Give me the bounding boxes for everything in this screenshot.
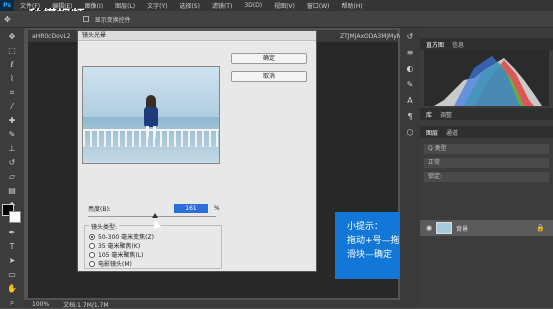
cube-icon[interactable]: ⬡ bbox=[405, 128, 415, 138]
eye-icon[interactable]: ◉ bbox=[426, 224, 432, 232]
brightness-row: 亮度(B): 161 % bbox=[88, 203, 220, 213]
menu-item-window[interactable]: 窗口(W) bbox=[301, 1, 336, 10]
quick-select-tool-icon[interactable]: ⌇ bbox=[6, 74, 18, 84]
tab-info[interactable]: 信息 bbox=[452, 40, 464, 49]
crop-tool-icon[interactable]: ⌗ bbox=[6, 88, 18, 98]
menu-item-3d[interactable]: 3D(D) bbox=[238, 2, 268, 9]
marquee-tool-icon[interactable]: ⬚ bbox=[6, 46, 18, 56]
tab-histogram[interactable]: 直方图 bbox=[426, 40, 444, 49]
menu-item-type[interactable]: 文字(Y) bbox=[141, 1, 173, 10]
paragraph-icon[interactable]: ¶ bbox=[405, 112, 415, 122]
eraser-tool-icon[interactable]: ▱ bbox=[6, 172, 18, 182]
layer-thumbnail bbox=[436, 222, 453, 234]
document-tab-title: aHR0cDovL2 bbox=[32, 32, 71, 40]
library-panel-tabs: 库 调整 bbox=[420, 108, 553, 120]
flare-preview[interactable] bbox=[82, 66, 220, 164]
path-select-icon[interactable]: ➤ bbox=[6, 256, 18, 266]
lasso-tool-icon[interactable]: ℓ bbox=[6, 60, 18, 70]
tab-library[interactable]: 库 bbox=[426, 110, 432, 119]
color-swatches[interactable] bbox=[2, 204, 22, 224]
lock-icon: 🔒 bbox=[536, 224, 545, 232]
lens-option-35[interactable]: 35 毫米聚焦(K) bbox=[89, 241, 140, 250]
document-tab-title-right: ZTJMjAxODA3MjMyNy bbox=[340, 32, 405, 40]
layer-name: 背景 bbox=[456, 225, 469, 233]
tab-channels[interactable]: 通道 bbox=[446, 128, 458, 137]
move-tool-icon[interactable]: ✥ bbox=[4, 15, 11, 24]
radio-selected[interactable] bbox=[89, 233, 95, 240]
healing-brush-icon[interactable]: ✚ bbox=[6, 116, 18, 126]
options-bar: ✥ 显示变换控件 bbox=[0, 11, 553, 28]
brightness-unit: % bbox=[214, 204, 220, 212]
brightness-slider[interactable] bbox=[88, 213, 216, 218]
menu-item-image[interactable]: 图像(I) bbox=[79, 1, 109, 10]
lock-row: 锁定: bbox=[424, 172, 549, 182]
lens-type-group: 镜头类型: 50-300 毫米变焦(Z) 35 毫米聚焦(K) 105 毫米聚焦… bbox=[84, 222, 222, 269]
lens-type-label: 镜头类型: bbox=[89, 222, 120, 231]
tab-layers[interactable]: 图层 bbox=[426, 128, 438, 137]
zoom-level: 100% bbox=[32, 300, 50, 308]
menu-item-select[interactable]: 选择(S) bbox=[173, 1, 206, 10]
adjustments-icon[interactable]: ◐ bbox=[405, 64, 415, 74]
radio[interactable] bbox=[89, 242, 95, 249]
gradient-tool-icon[interactable]: ▤ bbox=[6, 186, 18, 196]
brightness-label: 亮度(B): bbox=[88, 205, 111, 213]
ok-button[interactable]: 确定 bbox=[231, 53, 307, 64]
rectangle-tool-icon[interactable]: ▭ bbox=[6, 270, 18, 280]
histogram-graphic bbox=[434, 56, 542, 106]
layers-panel-tabs: 图层 通道 bbox=[420, 126, 553, 138]
tools-panel: ✥ ⬚ ℓ ⌇ ⌗ ⁄ ✚ ✎ ⊥ ↺ ▱ ▤ ◆ ● ✒ T ➤ ▭ ✋ ⌕ bbox=[0, 28, 24, 308]
brush-settings-icon[interactable]: ✎ bbox=[405, 80, 415, 90]
lens-flare-dialog: 镜头光晕 确定 取消 亮度(B): 161 % 镜头类型: 50-300 毫米变… bbox=[77, 30, 317, 272]
tab-adjustments[interactable]: 调整 bbox=[440, 110, 452, 119]
type-tool-icon[interactable]: T bbox=[6, 242, 18, 252]
history-icon[interactable]: ↺ bbox=[405, 32, 415, 42]
eyedropper-tool-icon[interactable]: ⁄ bbox=[6, 102, 18, 112]
pen-tool-icon[interactable]: ✒ bbox=[6, 228, 18, 238]
menu-item-layer[interactable]: 图层(L) bbox=[109, 1, 141, 10]
brush-tool-icon[interactable]: ✎ bbox=[6, 130, 18, 140]
blend-mode-select[interactable]: 正常 bbox=[424, 158, 549, 168]
lens-option-50-300[interactable]: 50-300 毫米变焦(Z) bbox=[89, 232, 154, 241]
status-bar: 100% 文档:1.7M/1.7M bbox=[24, 300, 416, 309]
menu-item-view[interactable]: 视图(V) bbox=[268, 1, 301, 10]
cancel-button[interactable]: 取消 bbox=[231, 71, 307, 82]
lens-option-movie[interactable]: 电影镜头(M) bbox=[89, 259, 132, 268]
character-icon[interactable]: A bbox=[405, 96, 415, 106]
radio[interactable] bbox=[89, 251, 95, 258]
clone-stamp-icon[interactable]: ⊥ bbox=[6, 144, 18, 154]
panel-icon-strip: ↺ ≡ ◐ ✎ A ¶ ⬡ bbox=[400, 28, 420, 308]
brightness-slider-thumb[interactable] bbox=[152, 213, 158, 218]
properties-icon[interactable]: ≡ bbox=[405, 48, 415, 58]
show-transform-label: 显示变换控件 bbox=[94, 16, 131, 24]
show-transform-checkbox[interactable] bbox=[82, 16, 89, 22]
background-color[interactable] bbox=[9, 211, 21, 223]
document-size: 文档:1.7M/1.7M bbox=[63, 301, 109, 309]
zoom-tool-icon[interactable]: ⌕ bbox=[6, 298, 18, 308]
right-panels: 直方图 信息 库 调整 图层 通道 Q 类型 正常 锁定: ◉ 背景 🔒 bbox=[420, 28, 553, 308]
menu-bar: Ps 文件(F) 编辑(E) 图像(I) 图层(L) 文字(Y) 选择(S) 滤… bbox=[0, 0, 553, 11]
menu-item-filter[interactable]: 滤镜(T) bbox=[206, 1, 238, 10]
lens-option-105[interactable]: 105 毫米聚焦(L) bbox=[89, 250, 143, 259]
layer-kind-filter[interactable]: Q 类型 bbox=[424, 144, 549, 154]
move-tool-icon[interactable]: ✥ bbox=[6, 32, 18, 42]
hand-tool-icon[interactable]: ✋ bbox=[6, 284, 18, 294]
menu-item-help[interactable]: 帮助(H) bbox=[336, 1, 369, 10]
photoshop-logo: Ps bbox=[0, 0, 14, 11]
preview-figure bbox=[143, 95, 159, 139]
radio[interactable] bbox=[89, 260, 95, 267]
histogram-chart bbox=[424, 50, 549, 106]
histogram-panel-tabs: 直方图 信息 bbox=[420, 38, 553, 50]
history-brush-icon[interactable]: ↺ bbox=[6, 158, 18, 168]
layer-row-background[interactable]: ◉ 背景 🔒 bbox=[420, 220, 553, 236]
dialog-title: 镜头光晕 bbox=[78, 31, 316, 41]
brightness-input[interactable]: 161 bbox=[174, 203, 208, 213]
